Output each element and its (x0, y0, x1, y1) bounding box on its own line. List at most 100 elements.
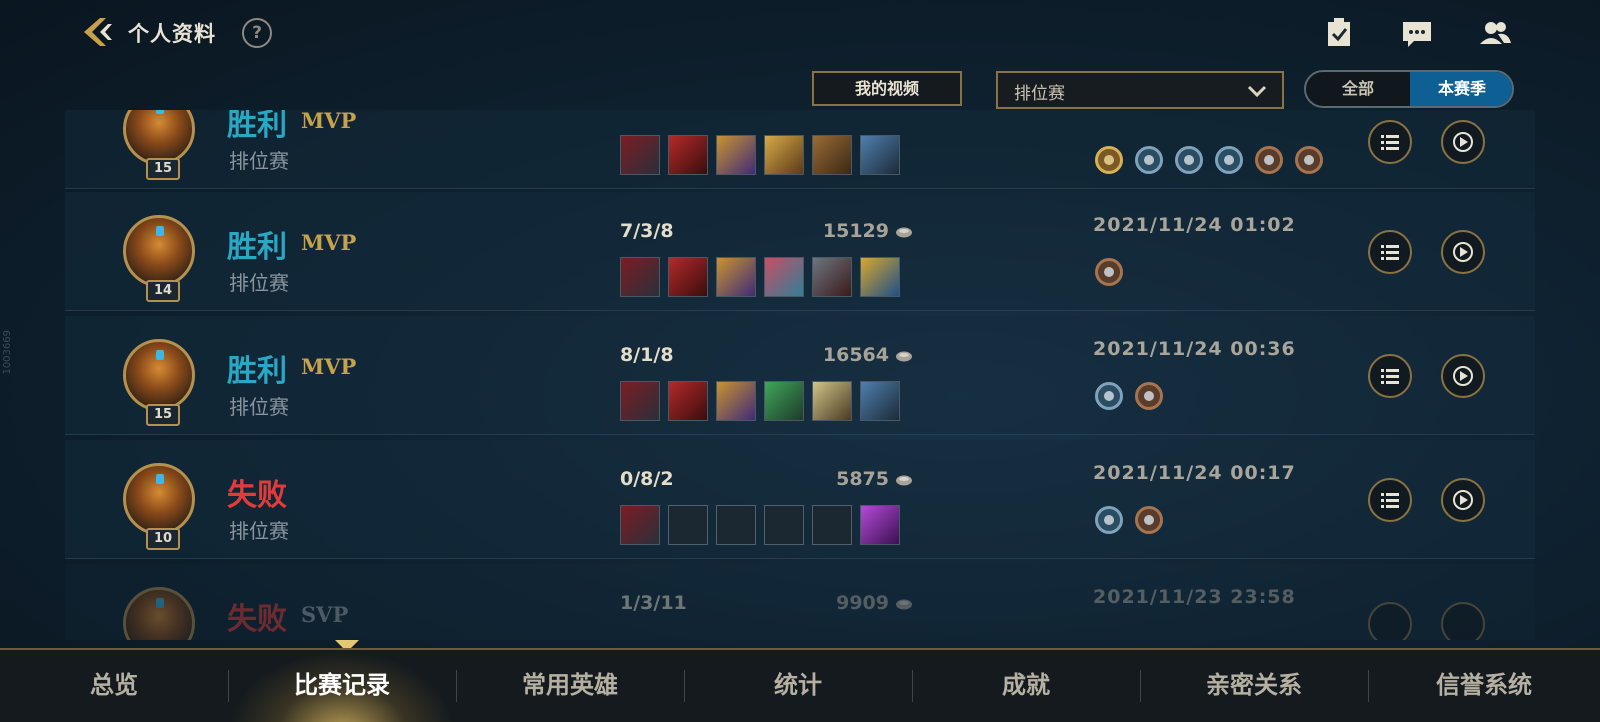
mvp-tag: MVP (301, 110, 357, 133)
my-videos-button[interactable]: 我的视频 (812, 71, 962, 106)
tab-achievements[interactable]: 成就 (912, 650, 1140, 722)
match-row[interactable]: 失败 SVP 1/3/11 9909 2021/11/23 23:58 (65, 564, 1535, 640)
match-date: 2021/11/24 00:17 (1093, 462, 1296, 484)
details-list-icon[interactable] (1368, 120, 1412, 164)
kda: 8/1/8 (620, 344, 674, 366)
side-id: 1003669 (2, 330, 13, 375)
kda: 7/3/8 (620, 220, 674, 242)
empty-item-slot (812, 505, 852, 545)
match-date: 2021/11/23 23:58 (1093, 586, 1296, 608)
item-slot (812, 135, 852, 175)
tab-match-history[interactable]: 比赛记录 (228, 650, 456, 722)
item-slot (716, 381, 756, 421)
top-bar: 个人资料 ? (0, 0, 1600, 64)
item-slot (668, 257, 708, 297)
match-mode: 排位赛 (229, 519, 289, 543)
tab-stats[interactable]: 统计 (684, 650, 912, 722)
item-slot (620, 505, 660, 545)
item-slot (668, 381, 708, 421)
bronze-medal-icon (1135, 382, 1163, 410)
match-row[interactable]: 15 胜利 MVP 排位赛 8/1/8 16564 2021/11/24 00:… (65, 316, 1535, 435)
gold-coin-icon (896, 227, 912, 238)
bronze-medal-icon (1135, 506, 1163, 534)
gold-earned: 5875 (836, 468, 889, 490)
match-result: 胜利 (227, 110, 287, 143)
match-list[interactable]: 15 胜利 MVP 排位赛 14 胜利 MVP 排位赛 7/3/8 15129 … (65, 110, 1535, 640)
bronze-medal-icon (1095, 258, 1123, 286)
replay-icon[interactable] (1441, 602, 1485, 640)
match-date: 2021/11/24 00:36 (1093, 338, 1296, 360)
match-result: 失败 (227, 478, 287, 513)
mvp-tag: MVP (301, 354, 357, 379)
gold-earned: 15129 (822, 220, 889, 242)
replay-icon[interactable] (1441, 478, 1485, 522)
details-list-icon[interactable] (1368, 354, 1412, 398)
help-icon[interactable]: ? (242, 18, 272, 48)
clipboard-check-icon[interactable] (1322, 16, 1356, 50)
hero-avatar (123, 339, 195, 411)
hero-level: 10 (146, 528, 180, 550)
details-list-icon[interactable] (1368, 478, 1412, 522)
page-title: 个人资料 (128, 22, 216, 46)
tab-honor-system[interactable]: 信誉系统 (1368, 650, 1600, 722)
tab-heroes[interactable]: 常用英雄 (456, 650, 684, 722)
bronze-medal-icon (1255, 146, 1283, 174)
match-result: 胜利 (227, 230, 287, 265)
damage-medal-icon (1095, 506, 1123, 534)
hero-avatar (123, 215, 195, 287)
hero-level: 15 (146, 158, 180, 180)
replay-icon[interactable] (1441, 120, 1485, 164)
toggle-current-season[interactable]: 本赛季 (1410, 72, 1512, 106)
item-slot (620, 135, 660, 175)
toggle-all[interactable]: 全部 (1306, 72, 1410, 106)
match-mode: 排位赛 (229, 149, 289, 173)
assist-medal-icon (1215, 146, 1243, 174)
kda: 1/3/11 (620, 592, 687, 614)
match-row[interactable]: 15 胜利 MVP 排位赛 (65, 110, 1535, 189)
match-result: 失败 (227, 602, 287, 637)
match-row[interactable]: 14 胜利 MVP 排位赛 7/3/8 15129 2021/11/24 01:… (65, 192, 1535, 311)
gold-earned: 16564 (822, 344, 889, 366)
item-slot (620, 381, 660, 421)
item-slot (716, 257, 756, 297)
game-mode-select[interactable]: 排位赛 (996, 71, 1284, 109)
svp-tag: SVP (301, 602, 349, 627)
item-slot (764, 381, 804, 421)
tab-overview[interactable]: 总览 (0, 650, 228, 722)
bottom-nav: 总览 比赛记录 常用英雄 统计 成就 亲密关系 信誉系统 (0, 648, 1600, 722)
details-list-icon[interactable] (1368, 602, 1412, 640)
item-slot (620, 257, 660, 297)
item-slot (764, 135, 804, 175)
friends-icon[interactable] (1478, 16, 1512, 50)
chevron-down-icon (1247, 85, 1267, 98)
replay-icon[interactable] (1441, 354, 1485, 398)
gold-coin-icon (896, 475, 912, 486)
game-mode-value: 排位赛 (1014, 84, 1065, 104)
item-slot (860, 135, 900, 175)
match-result: 胜利 (227, 354, 287, 389)
tab-relationships[interactable]: 亲密关系 (1140, 650, 1368, 722)
tower-medal-icon (1135, 146, 1163, 174)
item-slot (860, 381, 900, 421)
item-slot (812, 257, 852, 297)
empty-item-slot (668, 505, 708, 545)
match-mode: 排位赛 (229, 271, 289, 295)
season-toggle: 全部 本赛季 (1304, 70, 1514, 108)
hero-avatar (123, 587, 195, 640)
tower-medal-icon (1095, 382, 1123, 410)
gold-earned: 9909 (836, 592, 889, 614)
bronze-medal-icon (1295, 146, 1323, 174)
item-slot (860, 505, 900, 545)
item-slot (860, 257, 900, 297)
mvp-tag: MVP (301, 230, 357, 255)
hero-level: 15 (146, 404, 180, 426)
details-list-icon[interactable] (1368, 230, 1412, 274)
item-slot (668, 135, 708, 175)
hero-avatar (123, 463, 195, 535)
match-row[interactable]: 10 失败 排位赛 0/8/2 5875 2021/11/24 00:17 (65, 440, 1535, 559)
chat-bubble-icon[interactable] (1400, 16, 1434, 50)
item-slot (716, 135, 756, 175)
back-chevron-icon[interactable] (80, 14, 116, 50)
hero-level: 14 (146, 280, 180, 302)
replay-icon[interactable] (1441, 230, 1485, 274)
